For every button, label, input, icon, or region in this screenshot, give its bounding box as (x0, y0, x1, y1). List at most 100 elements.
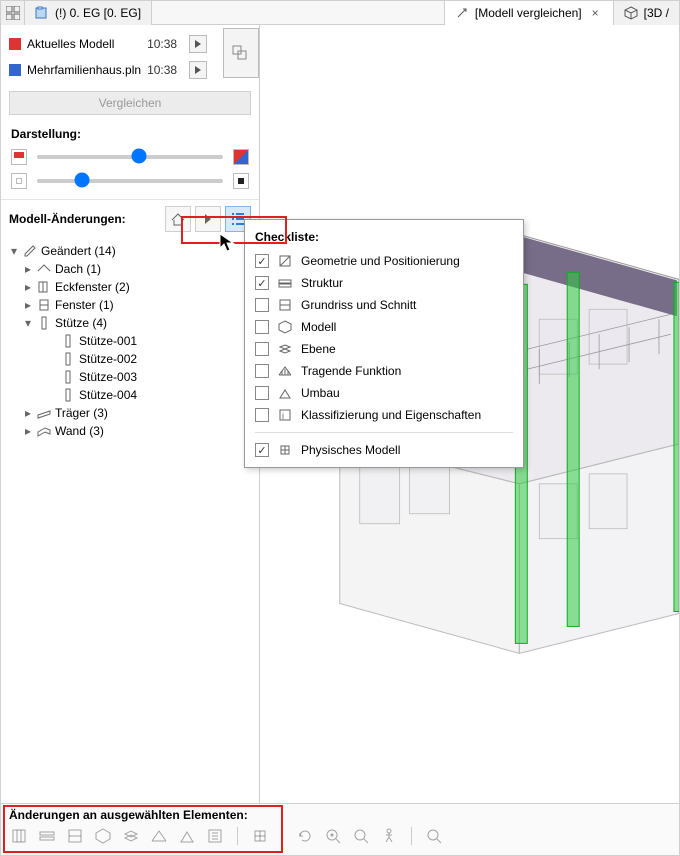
checklist-structural[interactable]: Tragende Funktion (245, 360, 523, 382)
checklist-classify[interactable]: i Klassifizierung und Eigenschaften (245, 404, 523, 426)
tab-floorplan-label: (!) 0. EG [0. EG] (55, 6, 141, 20)
opacity-slider[interactable] (37, 179, 223, 183)
geometry-icon[interactable] (9, 826, 29, 846)
checklist-geometry-label: Geometrie und Positionierung (301, 254, 460, 268)
close-icon[interactable]: × (588, 6, 603, 20)
checklist-model[interactable]: Modell (245, 316, 523, 338)
chevron-right-icon[interactable]: ▸ (23, 406, 33, 420)
bottom-title: Änderungen an ausgewählten Elementen: (1, 804, 679, 822)
tab-3d[interactable]: [3D / (614, 1, 679, 25)
swatch-blue-icon (9, 64, 21, 76)
tab-compare[interactable]: [Modell vergleichen] × (445, 1, 614, 25)
structure-icon[interactable] (37, 826, 57, 846)
compare-icon (455, 6, 469, 20)
refresh-icon[interactable] (295, 826, 315, 846)
chevron-right-icon[interactable]: ▸ (23, 298, 33, 312)
model-a-time: 10:38 (147, 37, 183, 51)
merge-button[interactable] (223, 28, 259, 78)
thumbnails-icon[interactable] (1, 1, 25, 25)
checkbox-unchecked-icon[interactable] (255, 408, 269, 422)
beam-icon (37, 406, 51, 420)
checklist-renovation-label: Umbau (301, 386, 340, 400)
walk-icon[interactable] (379, 826, 399, 846)
tree-col-002-label: Stütze-002 (79, 352, 137, 366)
window-icon (37, 298, 51, 312)
tree-beam[interactable]: ▸ Träger (3) (9, 404, 251, 422)
tree-column[interactable]: ▾ Stütze (4) (9, 314, 251, 332)
physical-icon (277, 442, 293, 458)
opacity-max-icon[interactable] (233, 173, 249, 189)
tree-window[interactable]: ▸ Fenster (1) (9, 296, 251, 314)
tree-col-004[interactable]: Stütze-004 (9, 386, 251, 404)
plan-icon (35, 6, 49, 20)
color-slider[interactable] (37, 155, 223, 159)
model-b-row: Mehrfamilienhaus.pln 10:38 (9, 57, 207, 83)
checkbox-checked-icon[interactable]: ✓ (255, 443, 269, 457)
structural-icon (277, 363, 293, 379)
play-button-b[interactable] (189, 61, 207, 79)
zoom-fit-icon[interactable] (351, 826, 371, 846)
tab-compare-label: [Modell vergleichen] (475, 6, 582, 20)
tree-root-label: Geändert (14) (41, 244, 116, 258)
layer-icon[interactable] (121, 826, 141, 846)
checkbox-unchecked-icon[interactable] (255, 320, 269, 334)
renovation-icon[interactable] (177, 826, 197, 846)
display-title: Darstellung: (1, 123, 259, 145)
column-icon (61, 388, 75, 402)
zoom-in-icon[interactable] (323, 826, 343, 846)
model-a-row: Aktuelles Modell 10:38 (9, 31, 207, 57)
color-a-icon[interactable] (11, 149, 27, 165)
tree-wall[interactable]: ▸ Wand (3) (9, 422, 251, 440)
arrow-button[interactable] (195, 206, 221, 232)
house-up-button[interactable] (165, 206, 191, 232)
column-icon (61, 370, 75, 384)
tree-col-002[interactable]: Stütze-002 (9, 350, 251, 368)
checkbox-unchecked-icon[interactable] (255, 298, 269, 312)
tree-cornerwindow-label: Eckfenster (2) (55, 280, 130, 294)
opacity-min-icon[interactable] (11, 173, 27, 189)
geometry-icon (277, 253, 293, 269)
structural-icon[interactable] (149, 826, 169, 846)
layer-icon (277, 341, 293, 357)
chevron-right-icon[interactable]: ▸ (23, 280, 33, 294)
checklist-layer[interactable]: Ebene (245, 338, 523, 360)
checkbox-checked-icon[interactable]: ✓ (255, 276, 269, 290)
separator (255, 432, 513, 433)
tab-floorplan[interactable]: (!) 0. EG [0. EG] (25, 1, 152, 25)
tree-col-001-label: Stütze-001 (79, 334, 137, 348)
chevron-down-icon[interactable]: ▾ (23, 316, 33, 330)
tree-root[interactable]: ▾ Geändert (14) (9, 242, 251, 260)
tree-col-003[interactable]: Stütze-003 (9, 368, 251, 386)
classify-icon[interactable] (205, 826, 225, 846)
tree-roof[interactable]: ▸ Dach (1) (9, 260, 251, 278)
roof-icon (37, 262, 51, 276)
chevron-right-icon[interactable]: ▸ (23, 424, 33, 438)
checkbox-checked-icon[interactable]: ✓ (255, 254, 269, 268)
checkbox-unchecked-icon[interactable] (255, 386, 269, 400)
checklist-plan[interactable]: Grundriss und Schnitt (245, 294, 523, 316)
chevron-down-icon[interactable]: ▾ (9, 244, 19, 258)
play-button-a[interactable] (189, 35, 207, 53)
model-icon[interactable] (93, 826, 113, 846)
pencil-icon (23, 244, 37, 258)
chevron-right-icon[interactable]: ▸ (23, 262, 33, 276)
wall-icon (37, 424, 51, 438)
color-b-icon[interactable] (233, 149, 249, 165)
model-icon (277, 319, 293, 335)
checklist-structure[interactable]: ✓ Struktur (245, 272, 523, 294)
tree-col-001[interactable]: Stütze-001 (9, 332, 251, 350)
model-a-name: Aktuelles Modell (27, 37, 141, 51)
physical-icon[interactable] (250, 826, 270, 846)
tree-cornerwindow[interactable]: ▸ Eckfenster (2) (9, 278, 251, 296)
structure-icon (277, 275, 293, 291)
plan-icon[interactable] (65, 826, 85, 846)
compare-button-label: Vergleichen (99, 96, 162, 110)
checkbox-unchecked-icon[interactable] (255, 342, 269, 356)
checklist-renovation[interactable]: Umbau (245, 382, 523, 404)
checklist-geometry[interactable]: ✓ Geometrie und Positionierung (245, 250, 523, 272)
tree-column-label: Stütze (4) (55, 316, 107, 330)
search-icon[interactable] (424, 826, 444, 846)
checklist-physical[interactable]: ✓ Physisches Modell (245, 439, 523, 461)
checkbox-unchecked-icon[interactable] (255, 364, 269, 378)
cube-icon (624, 6, 638, 20)
